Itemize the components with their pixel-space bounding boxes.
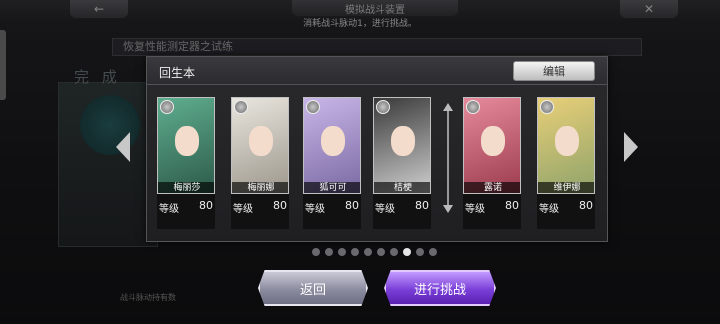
class-icon bbox=[466, 100, 480, 114]
level-label: 等级 bbox=[305, 204, 325, 215]
member-level: 等级 80 bbox=[463, 197, 521, 215]
page-dot[interactable] bbox=[312, 248, 320, 256]
page-dot[interactable] bbox=[429, 248, 437, 256]
level-value: 80 bbox=[199, 199, 213, 212]
class-icon bbox=[160, 100, 174, 114]
page-dot[interactable] bbox=[325, 248, 333, 256]
prev-team-arrow[interactable] bbox=[114, 130, 132, 164]
page-dot[interactable] bbox=[338, 248, 346, 256]
arrow-down-icon bbox=[443, 205, 453, 213]
page-dot[interactable] bbox=[416, 248, 424, 256]
chevron-left-icon bbox=[116, 132, 130, 162]
member-level: 等级 80 bbox=[157, 197, 215, 215]
back-button[interactable]: 返回 bbox=[258, 270, 368, 306]
member-level: 等级 80 bbox=[231, 197, 289, 215]
next-team-arrow[interactable] bbox=[622, 130, 640, 164]
challenge-button[interactable]: 进行挑战 bbox=[384, 270, 496, 306]
level-label: 等级 bbox=[159, 204, 179, 215]
portrait-face bbox=[249, 126, 273, 156]
portrait-face bbox=[175, 126, 199, 156]
arrow-up-icon bbox=[443, 103, 453, 111]
level-label: 等级 bbox=[539, 204, 559, 215]
member-portrait: 梅丽娜 bbox=[231, 97, 289, 194]
page-dot[interactable] bbox=[403, 248, 411, 256]
team-name: 回生本 bbox=[159, 66, 196, 80]
level-value: 80 bbox=[273, 199, 287, 212]
member-portrait: 狐可可 bbox=[303, 97, 361, 194]
member-name: 桔梗 bbox=[374, 182, 430, 193]
member-card[interactable]: 露诺等级 80 bbox=[463, 97, 521, 229]
level-label: 等级 bbox=[375, 204, 395, 215]
edit-button[interactable]: 编辑 bbox=[513, 61, 595, 81]
member-name: 狐可可 bbox=[304, 182, 360, 193]
page-dots bbox=[312, 248, 442, 258]
class-icon bbox=[306, 100, 320, 114]
portrait-face bbox=[555, 126, 579, 156]
dialog-header: 回生本 编辑 bbox=[147, 57, 607, 85]
member-card[interactable]: 维伊娜等级 80 bbox=[537, 97, 595, 229]
member-portrait: 露诺 bbox=[463, 97, 521, 194]
level-value: 80 bbox=[579, 199, 593, 212]
swap-divider bbox=[443, 103, 453, 213]
page-dot[interactable] bbox=[377, 248, 385, 256]
level-label: 等级 bbox=[465, 204, 485, 215]
class-icon bbox=[540, 100, 554, 114]
portrait-face bbox=[321, 126, 345, 156]
level-label: 等级 bbox=[233, 204, 253, 215]
member-name: 露诺 bbox=[464, 182, 520, 193]
member-portrait: 桔梗 bbox=[373, 97, 431, 194]
page-dot[interactable] bbox=[390, 248, 398, 256]
member-name: 维伊娜 bbox=[538, 182, 594, 193]
member-card[interactable]: 梅丽娜等级 80 bbox=[231, 97, 289, 229]
portrait-face bbox=[481, 126, 505, 156]
member-name: 梅丽娜 bbox=[232, 182, 288, 193]
level-value: 80 bbox=[505, 199, 519, 212]
team-dialog: 回生本 编辑 梅丽莎等级 80 梅丽娜等级 80 狐可可等级 80 桔梗等级 80 露诺等级 80… bbox=[146, 56, 608, 242]
class-icon bbox=[376, 100, 390, 114]
member-card[interactable]: 狐可可等级 80 bbox=[303, 97, 361, 229]
member-level: 等级 80 bbox=[303, 197, 361, 215]
member-level: 等级 80 bbox=[373, 197, 431, 215]
member-name: 梅丽莎 bbox=[158, 182, 214, 193]
portrait-face bbox=[391, 126, 415, 156]
page-dot[interactable] bbox=[364, 248, 372, 256]
member-portrait: 维伊娜 bbox=[537, 97, 595, 194]
member-level: 等级 80 bbox=[537, 197, 595, 215]
chevron-right-icon bbox=[624, 132, 638, 162]
class-icon bbox=[234, 100, 248, 114]
level-value: 80 bbox=[415, 199, 429, 212]
member-portrait: 梅丽莎 bbox=[157, 97, 215, 194]
level-value: 80 bbox=[345, 199, 359, 212]
page-dot[interactable] bbox=[351, 248, 359, 256]
member-card[interactable]: 桔梗等级 80 bbox=[373, 97, 431, 229]
member-card[interactable]: 梅丽莎等级 80 bbox=[157, 97, 215, 229]
